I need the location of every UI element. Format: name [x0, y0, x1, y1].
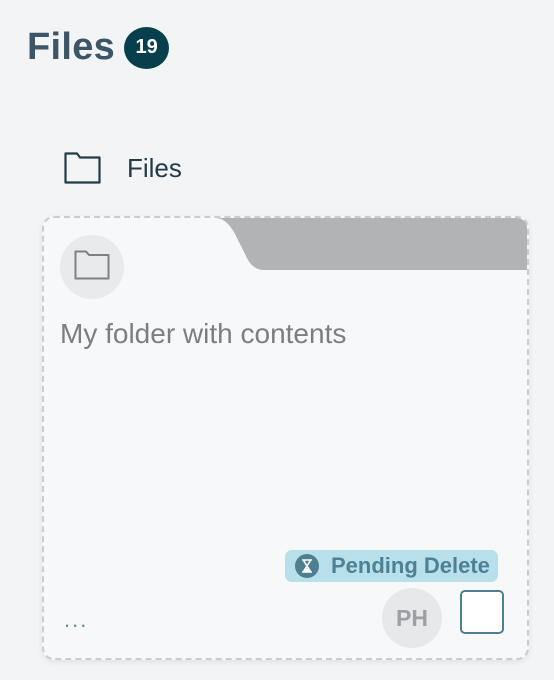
folder-icon	[74, 250, 110, 285]
select-checkbox[interactable]	[460, 590, 504, 634]
hourglass-icon	[295, 554, 319, 578]
breadcrumb[interactable]: Files	[64, 152, 182, 184]
status-label: Pending Delete	[331, 553, 490, 578]
avatar: PH	[382, 588, 442, 648]
folder-icon-circle	[60, 235, 124, 299]
breadcrumb-label[interactable]: Files	[127, 153, 182, 184]
folder-card[interactable]: My folder with contents Pending Delete .…	[42, 216, 529, 660]
folder-title[interactable]: My folder with contents	[60, 318, 346, 350]
status-badge: Pending Delete	[285, 550, 498, 582]
folder-icon	[64, 152, 101, 184]
page-title: Files	[27, 26, 116, 68]
file-count-badge: 19	[124, 26, 170, 69]
files-header: Files 19	[27, 26, 170, 69]
more-options-button[interactable]: ...	[64, 609, 88, 631]
